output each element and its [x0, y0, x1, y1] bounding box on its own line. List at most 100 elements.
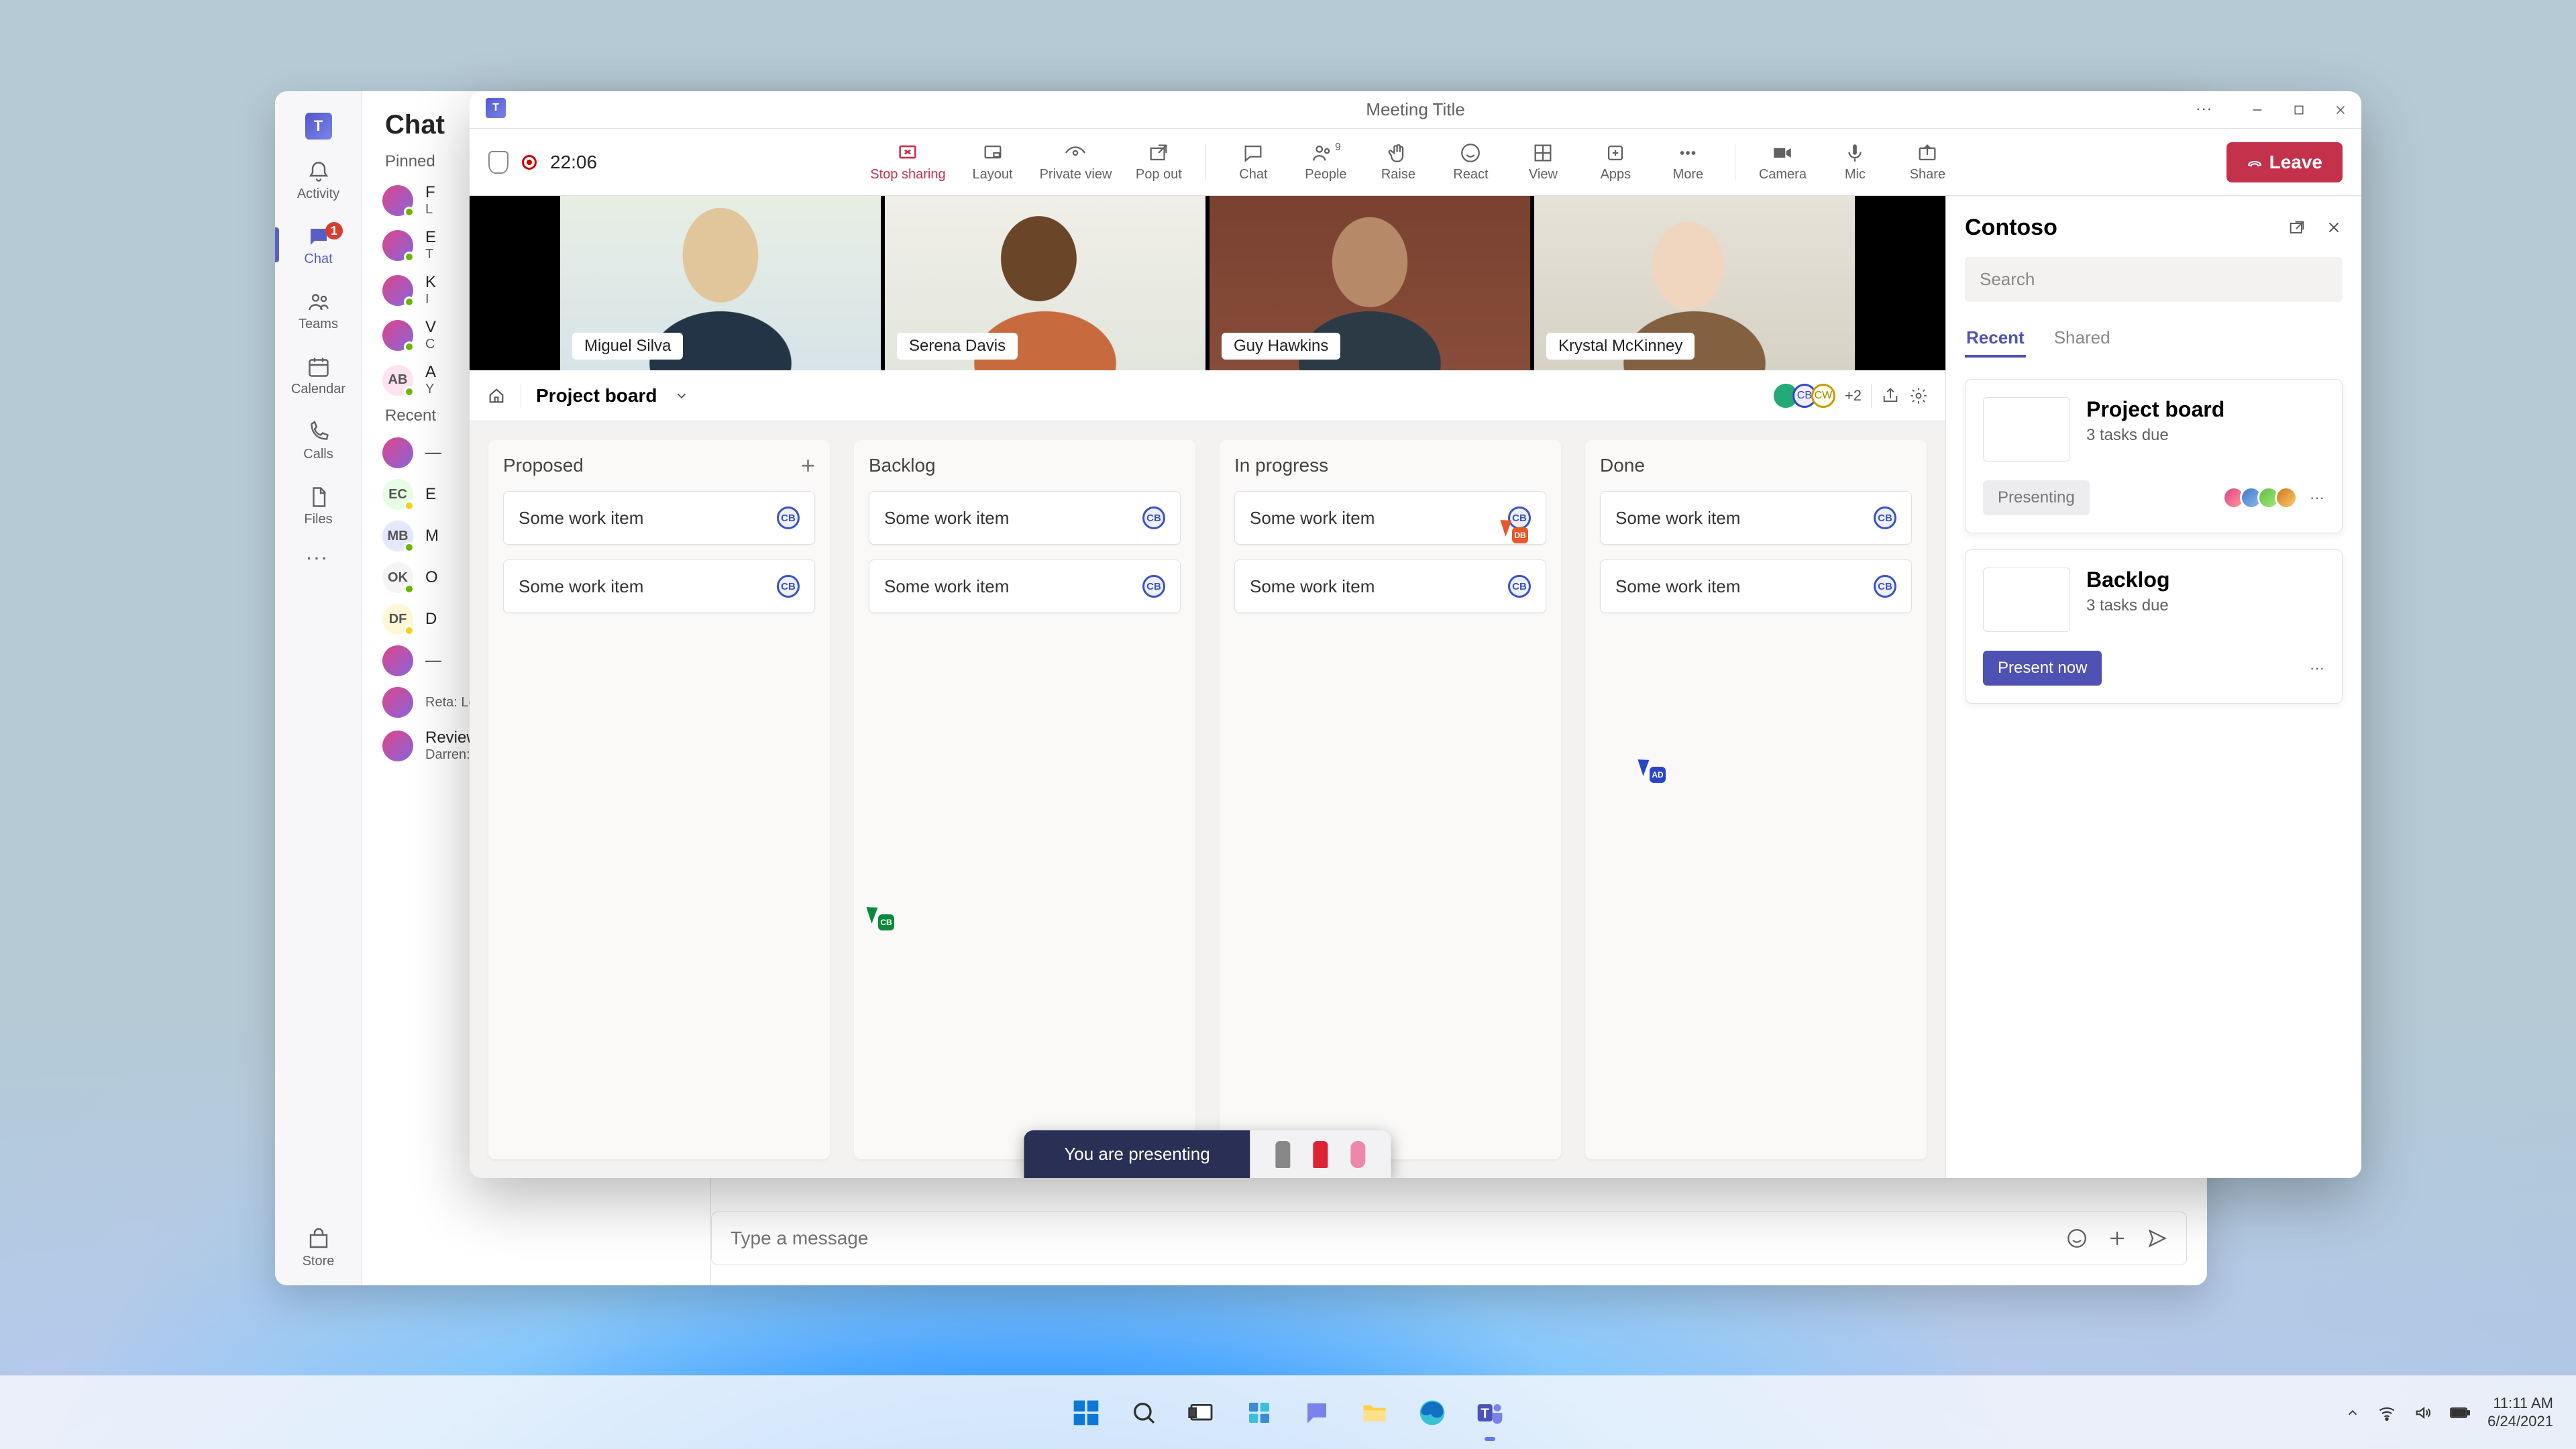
nav-chat[interactable]: 1 Chat — [275, 225, 362, 267]
board-card[interactable]: Some work itemCB — [869, 491, 1181, 545]
leave-button[interactable]: Leave — [2226, 142, 2343, 182]
pen-tool-grey[interactable] — [1276, 1141, 1291, 1168]
nav-chat-label: Chat — [304, 252, 332, 267]
eraser-tool[interactable] — [1351, 1141, 1366, 1168]
pen-tool-red[interactable] — [1313, 1141, 1328, 1168]
participant-name: Miguel Silva — [572, 333, 683, 360]
board-presence-avatars[interactable]: CB CW — [1779, 384, 1835, 408]
leave-label: Leave — [2269, 152, 2322, 173]
mic-button[interactable]: Mic — [1829, 142, 1880, 182]
present-now-button[interactable]: Present now — [1983, 651, 2102, 686]
video-tile[interactable]: Guy Hawkins — [1210, 196, 1530, 370]
gear-icon[interactable] — [1909, 386, 1928, 405]
home-icon[interactable] — [487, 386, 506, 405]
side-search[interactable]: Search — [1965, 257, 2343, 302]
view-button[interactable]: View — [1517, 142, 1568, 182]
raise-hand-button[interactable]: Raise — [1373, 142, 1424, 182]
assignee-avatar: CB — [1142, 506, 1165, 529]
card-more-icon[interactable]: ··· — [2310, 489, 2324, 506]
emoji-icon[interactable] — [2065, 1227, 2088, 1250]
nav-calendar[interactable]: Calendar — [275, 355, 362, 397]
start-button[interactable] — [1066, 1393, 1106, 1433]
meeting-toolbar: 22:06 Stop sharing Layout Private view P… — [470, 129, 2361, 196]
message-composer[interactable] — [711, 1212, 2187, 1265]
column-backlog: Backlog Some work itemCB Some work itemC… — [854, 440, 1195, 1159]
nav-activity[interactable]: Activity — [275, 160, 362, 202]
content-side-panel: Contoso Search Recent Shared Project boa… — [1945, 196, 2361, 1178]
meeting-title: Meeting Title — [1366, 99, 1464, 120]
assignee-avatar: CB — [1874, 506, 1896, 529]
video-tile[interactable]: Miguel Silva — [560, 196, 881, 370]
camera-button[interactable]: Camera — [1757, 142, 1808, 182]
system-clock[interactable]: 11:11 AM 6/24/2021 — [2487, 1395, 2553, 1430]
nav-files[interactable]: Files — [275, 485, 362, 527]
teams-logo-icon — [486, 98, 506, 118]
react-button[interactable]: React — [1445, 142, 1496, 182]
board-card[interactable]: Some work itemCB — [1600, 559, 1912, 613]
people-button[interactable]: 9 People — [1300, 142, 1351, 182]
meeting-stage: Miguel Silva Serena Davis Guy Hawkins Kr… — [470, 196, 1945, 1178]
taskbar-search[interactable] — [1124, 1393, 1164, 1433]
card-more-icon[interactable]: ··· — [2310, 659, 2324, 677]
board-card[interactable]: Some work itemCB — [869, 559, 1181, 613]
layout-button[interactable]: Layout — [967, 142, 1018, 182]
windows-taskbar: T 11:11 AM 6/24/2021 — [0, 1375, 2576, 1449]
board-card[interactable]: Some work itemCB — [1600, 491, 1912, 545]
tray-chevron-icon[interactable] — [2345, 1405, 2360, 1420]
chat-app-button[interactable] — [1297, 1393, 1337, 1433]
share-icon[interactable] — [1881, 386, 1900, 405]
close-button[interactable] — [2330, 100, 2351, 120]
nav-store-label: Store — [303, 1254, 335, 1269]
send-icon[interactable] — [2146, 1227, 2169, 1250]
edge-button[interactable] — [1412, 1393, 1452, 1433]
wifi-icon[interactable] — [2377, 1403, 2396, 1422]
presence-overflow[interactable]: +2 — [1845, 387, 1862, 405]
shield-icon — [488, 151, 508, 174]
widgets-button[interactable] — [1239, 1393, 1279, 1433]
add-icon[interactable] — [2106, 1227, 2129, 1250]
nav-calls[interactable]: Calls — [275, 420, 362, 462]
meeting-titlebar: Meeting Title ··· — [470, 91, 2361, 129]
private-view-button[interactable]: Private view — [1040, 142, 1112, 182]
board-card[interactable]: Some work itemCB — [1234, 559, 1546, 613]
assignee-avatar: CB — [1508, 575, 1531, 598]
pop-out-icon[interactable] — [2288, 219, 2306, 237]
add-card-button[interactable]: + — [801, 460, 815, 472]
battery-icon[interactable] — [2450, 1406, 2470, 1419]
maximize-button[interactable] — [2289, 100, 2309, 120]
chat-button[interactable]: Chat — [1228, 142, 1279, 182]
nav-more[interactable]: ··· — [275, 550, 362, 568]
board-title: Project board — [536, 385, 657, 407]
volume-icon[interactable] — [2414, 1403, 2432, 1422]
board-card[interactable]: Some work item DB CB — [1234, 491, 1546, 545]
content-card[interactable]: Project board 3 tasks due Presenting ··· — [1965, 379, 2343, 533]
nav-teams[interactable]: Teams — [275, 290, 362, 332]
nav-store[interactable]: Store — [275, 1227, 362, 1269]
meeting-timer: 22:06 — [550, 152, 597, 173]
tab-recent[interactable]: Recent — [1965, 321, 2026, 358]
video-tile[interactable]: Krystal McKinney — [1534, 196, 1855, 370]
more-button[interactable]: More — [1662, 142, 1713, 182]
stop-sharing-button[interactable]: Stop sharing — [870, 142, 945, 182]
message-input[interactable] — [729, 1227, 2048, 1250]
file-explorer-button[interactable] — [1354, 1393, 1395, 1433]
apps-button[interactable]: Apps — [1590, 142, 1641, 182]
share-button[interactable]: Share — [1902, 142, 1953, 182]
close-icon[interactable] — [2325, 219, 2343, 236]
minimize-button[interactable] — [2247, 100, 2267, 120]
system-date: 6/24/2021 — [2487, 1413, 2553, 1430]
board-card[interactable]: Some work itemCB — [503, 559, 815, 613]
content-thumbnail — [1983, 568, 2070, 632]
teams-app-button[interactable]: T — [1470, 1393, 1510, 1433]
tab-shared[interactable]: Shared — [2053, 321, 2112, 358]
video-tile[interactable]: Serena Davis — [885, 196, 1205, 370]
svg-text:T: T — [1481, 1406, 1490, 1421]
system-tray[interactable]: 11:11 AM 6/24/2021 — [2345, 1395, 2553, 1430]
viewer-avatars — [2228, 486, 2298, 509]
board-card[interactable]: Some work itemCB — [503, 491, 815, 545]
more-icon[interactable]: ··· — [2195, 100, 2215, 120]
chevron-down-icon[interactable] — [674, 388, 689, 403]
pop-out-button[interactable]: Pop out — [1133, 142, 1184, 182]
content-card[interactable]: Backlog 3 tasks due Present now ··· — [1965, 549, 2343, 704]
task-view-button[interactable] — [1181, 1393, 1222, 1433]
